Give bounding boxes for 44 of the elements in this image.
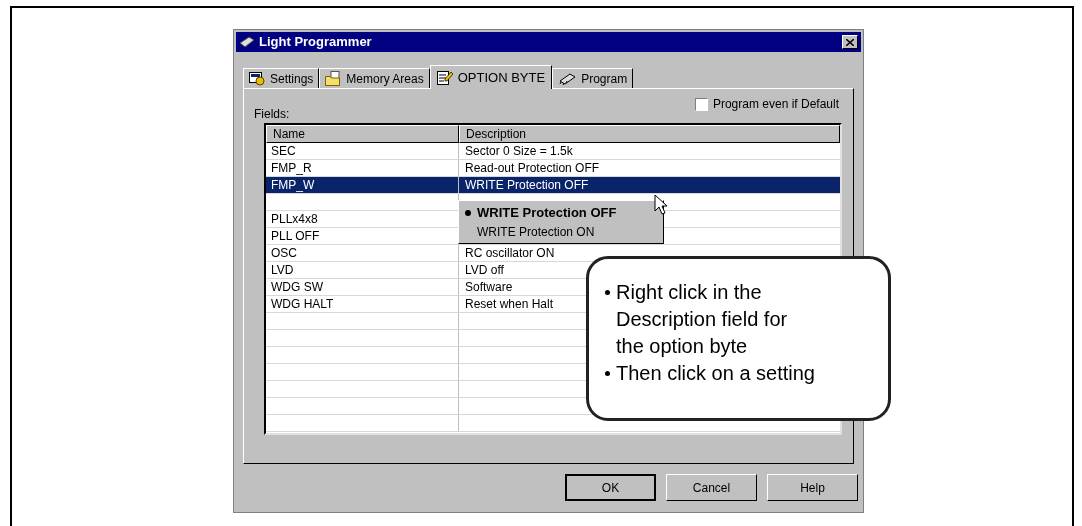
settings-icon [249, 71, 265, 86]
tab[interactable]: Memory Areas [319, 68, 430, 88]
menu-item[interactable]: WRITE Protection OFF [459, 203, 663, 222]
document-pencil-icon [436, 70, 453, 85]
program-even-if-default-checkbox[interactable]: Program even if Default [694, 95, 839, 113]
tab[interactable]: OPTION BYTE [429, 65, 553, 89]
table-cell: PLL OFF [271, 229, 320, 243]
table-cell: SEC [271, 144, 296, 158]
callout-text: Then click on a setting [616, 361, 815, 386]
table-cell: Reset when Halt [465, 297, 554, 311]
tab[interactable]: Settings [243, 68, 320, 88]
close-icon [846, 38, 854, 46]
bullet-icon [605, 371, 610, 376]
table-cell: LVD off [465, 263, 504, 277]
table-cell: LVD [271, 263, 294, 277]
dialog-button[interactable]: Cancel [666, 474, 757, 501]
table-cell: PLLx4x8 [271, 212, 318, 226]
checkbox[interactable] [694, 97, 708, 111]
menu-item[interactable]: WRITE Protection ON [459, 222, 663, 241]
table-cell: RC oscillator ON [465, 246, 555, 260]
table-row[interactable]: SEC Sector 0 Size = 1.5k [266, 143, 840, 160]
table-cell: WRITE Protection OFF [465, 178, 589, 192]
table-cell: WDG SW [271, 280, 323, 294]
dialog-button[interactable]: OK [565, 474, 656, 501]
table-cell: FMP_R [271, 161, 312, 175]
bullet-icon [605, 290, 610, 295]
table-cell: Software [465, 280, 513, 294]
table-row[interactable]: FMP_W WRITE Protection OFF [266, 177, 840, 194]
table-cell: OSC [271, 246, 297, 260]
window-title: Light Programmer [259, 33, 372, 52]
fields-label: Fields: [254, 106, 290, 123]
table-cell: WDG HALT [271, 297, 334, 311]
dialog-button[interactable]: Help [767, 474, 858, 501]
chip-icon [558, 72, 577, 85]
column-header[interactable]: Name [266, 125, 459, 143]
folder-icon [325, 71, 342, 86]
table-cell: Read-out Protection OFF [465, 161, 600, 175]
chip-icon [239, 36, 255, 48]
table-cell: Sector 0 Size = 1.5k [465, 144, 573, 158]
table-cell: FMP_W [271, 178, 315, 192]
tab[interactable]: Program [552, 68, 634, 88]
column-header[interactable]: Description [459, 125, 840, 143]
close-button[interactable] [842, 35, 858, 49]
bullet-icon [465, 209, 471, 216]
